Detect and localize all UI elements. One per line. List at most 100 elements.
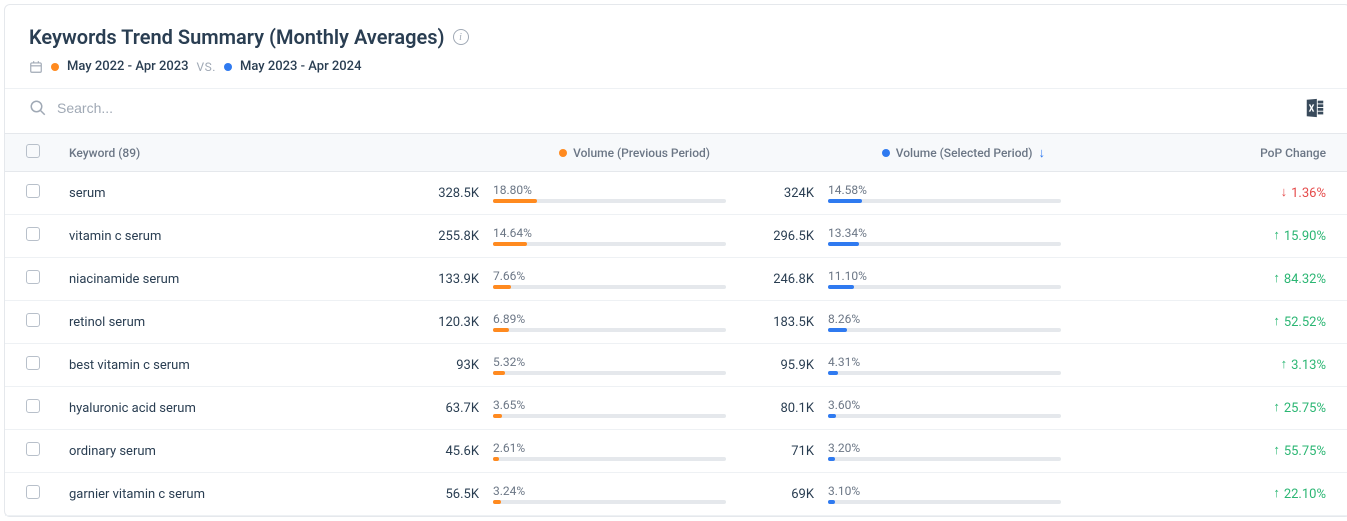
column-pop-label: PoP Change — [1260, 146, 1326, 160]
column-volume-selected-label: Volume (Selected Period) — [896, 146, 1033, 160]
arrow-up-icon: ↑ — [1273, 314, 1280, 329]
volume-previous-cell: 56.5K3.24% — [405, 473, 740, 516]
keyword-cell[interactable]: serum — [55, 172, 405, 215]
volume-selected-cell: 246.8K11.10% — [740, 258, 1075, 301]
export-excel-icon[interactable] — [1304, 97, 1326, 119]
column-header-pop-change[interactable]: PoP Change — [1075, 134, 1347, 172]
period-selector[interactable]: May 2022 - Apr 2023 VS. May 2023 - Apr 2… — [29, 59, 1326, 74]
volume-previous-cell: 133.9K 7.66% — [405, 258, 740, 301]
sort-arrow-down-icon: ↓ — [1039, 145, 1046, 161]
period-dot-selected — [224, 63, 232, 71]
bar-track — [828, 199, 1061, 203]
arrow-up-icon: ↑ — [1273, 443, 1280, 458]
pop-change-cell: ↑55.75% — [1075, 430, 1347, 473]
pop-change-cell: ↑ 52.52% — [1075, 301, 1347, 344]
volume-selected-value: 324K — [754, 186, 814, 201]
column-header-volume-previous[interactable]: Volume (Previous Period) — [405, 134, 740, 172]
volume-selected-cell: 296.5K 13.34% — [740, 215, 1075, 258]
table-row: retinol serum120.3K6.89%183.5K8.26% ↑ 52.5… — [5, 301, 1347, 344]
bar-fill-previous — [493, 500, 501, 504]
arrow-up-icon: ↑ — [1273, 271, 1280, 286]
keyword-cell[interactable]: ordinary serum — [55, 430, 405, 473]
bar-fill-previous — [493, 285, 511, 289]
select-all-checkbox[interactable] — [26, 144, 40, 158]
volume-selected-value: 80.1K — [754, 401, 814, 416]
volume-selected-value: 296.5K — [754, 229, 814, 244]
volume-previous-pct: 3.24% — [493, 484, 726, 498]
volume-selected-pct: 3.60% — [828, 398, 1061, 412]
volume-previous-pct: 2.61% — [493, 441, 726, 455]
pop-change-cell: ↑15.90% — [1075, 215, 1347, 258]
volume-selected-cell: 95.9K4.31% — [740, 344, 1075, 387]
volume-selected-pct: 13.34% — [828, 226, 1061, 240]
row-checkbox[interactable] — [26, 356, 40, 370]
pop-change-value: 1.36% — [1291, 186, 1326, 201]
pop-change-cell: ↑84.32% — [1075, 258, 1347, 301]
volume-selected-pct: 8.26% — [828, 312, 1061, 326]
volume-previous-cell: 120.3K6.89% — [405, 301, 740, 344]
arrow-up-icon: ↑ — [1273, 400, 1280, 415]
arrow-up-icon: ↑ — [1281, 357, 1288, 372]
search-input[interactable] — [57, 100, 357, 116]
row-checkbox[interactable] — [26, 442, 40, 456]
volume-previous-pct: 7.66% — [493, 269, 726, 283]
bar-fill-previous — [493, 328, 509, 332]
bar-track — [828, 328, 1061, 332]
bar-track — [493, 242, 726, 246]
bar-fill-selected — [828, 371, 838, 375]
row-checkbox[interactable] — [26, 184, 40, 198]
volume-previous-cell: 255.8K14.64% — [405, 215, 740, 258]
pop-change-cell: ↓1.36% — [1075, 172, 1347, 215]
bar-fill-selected — [828, 414, 836, 418]
pop-change-value: 52.52% — [1284, 315, 1326, 330]
row-checkbox[interactable] — [26, 399, 40, 413]
column-header-keyword[interactable]: Keyword (89) — [55, 134, 405, 172]
pop-change-value: 3.13% — [1291, 358, 1326, 373]
volume-previous-pct: 14.64% — [493, 226, 726, 240]
row-checkbox[interactable] — [26, 227, 40, 241]
volume-selected-cell: 183.5K8.26% — [740, 301, 1075, 344]
search-icon — [29, 99, 47, 117]
volume-previous-value: 133.9K — [419, 272, 479, 287]
bar-track — [828, 457, 1061, 461]
row-checkbox[interactable] — [26, 485, 40, 499]
row-checkbox[interactable] — [26, 313, 40, 327]
volume-selected-value: 69K — [754, 487, 814, 502]
keyword-cell[interactable]: retinol serum — [55, 301, 405, 344]
row-checkbox[interactable] — [26, 270, 40, 284]
volume-previous-value: 328.5K — [419, 186, 479, 201]
keyword-cell[interactable]: vitamin c serum — [55, 215, 405, 258]
column-header-volume-selected[interactable]: Volume (Selected Period) ↓ — [740, 134, 1075, 172]
volume-previous-value: 120.3K — [419, 315, 479, 330]
volume-selected-cell: 71K 3.20% — [740, 430, 1075, 473]
volume-selected-pct: 14.58% — [828, 183, 1061, 197]
volume-previous-pct: 5.32% — [493, 355, 726, 369]
keyword-cell[interactable]: best vitamin c serum — [55, 344, 405, 387]
volume-selected-cell: 80.1K 3.60% — [740, 387, 1075, 430]
table-row: niacinamide serum 133.9K 7.66% 246.8K11.10%… — [5, 258, 1347, 301]
volume-previous-value: 63.7K — [419, 401, 479, 416]
keyword-cell[interactable]: garnier vitamin c serum — [55, 473, 405, 516]
arrow-up-icon: ↑ — [1273, 486, 1280, 501]
keyword-cell[interactable]: niacinamide serum — [55, 258, 405, 301]
column-keyword-label: Keyword (89) — [69, 146, 140, 160]
info-icon[interactable]: i — [453, 29, 469, 45]
pop-change-cell: ↑22.10% — [1075, 473, 1347, 516]
volume-previous-value: 93K — [419, 358, 479, 373]
bar-fill-selected — [828, 285, 854, 289]
pop-change-value: 25.75% — [1284, 401, 1326, 416]
table-row: ordinary serum45.6K2.61%71K3.20%↑55.75% — [5, 430, 1347, 473]
bar-track — [493, 328, 726, 332]
bar-track — [828, 500, 1061, 504]
volume-selected-pct: 3.20% — [828, 441, 1061, 455]
bar-fill-previous — [493, 242, 527, 246]
volume-selected-value: 246.8K — [754, 272, 814, 287]
keyword-cell[interactable]: hyaluronic acid serum — [55, 387, 405, 430]
search-box — [29, 99, 1304, 117]
bar-track — [493, 414, 726, 418]
period-dot-previous — [51, 63, 59, 71]
arrow-up-icon: ↑ — [1273, 228, 1280, 243]
volume-previous-pct: 18.80% — [493, 183, 726, 197]
volume-selected-value: 71K — [754, 444, 814, 459]
panel-header: Keywords Trend Summary (Monthly Averages… — [5, 5, 1347, 88]
